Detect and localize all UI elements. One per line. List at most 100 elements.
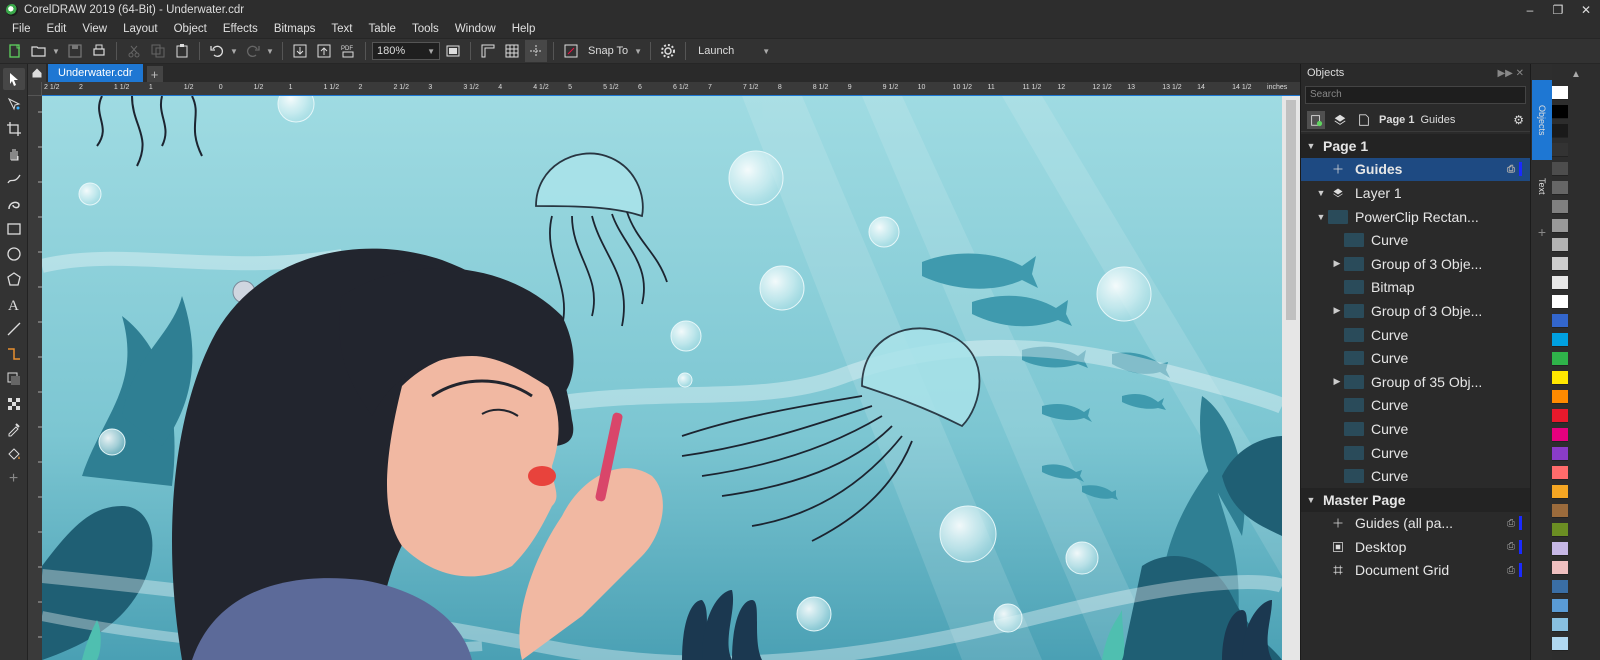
- text-tool-icon[interactable]: A: [3, 293, 25, 315]
- color-swatch[interactable]: [1552, 124, 1568, 138]
- color-swatch[interactable]: [1552, 618, 1568, 632]
- menu-text[interactable]: Text: [323, 23, 360, 35]
- objects-tab-page-1[interactable]: Page 1: [1379, 114, 1414, 126]
- object-tree-row[interactable]: ▼ PowerClip Rectan...: [1301, 205, 1530, 229]
- expand-toggle-icon[interactable]: ▼: [1305, 495, 1317, 505]
- objects-search-input[interactable]: Search: [1305, 86, 1526, 104]
- objects-tab-guides[interactable]: Guides: [1420, 114, 1455, 126]
- docker-options-gear-icon[interactable]: ⚙: [1513, 113, 1524, 127]
- object-tree-row[interactable]: ▼ Master Page: [1301, 487, 1530, 512]
- object-tree-row[interactable]: Curve: [1301, 323, 1530, 347]
- color-swatch[interactable]: [1552, 200, 1568, 214]
- pick-tool-icon[interactable]: [2, 68, 25, 90]
- horizontal-ruler[interactable]: 2 1/2 2 1 1/2 1 1/2 0 1/2 1 1 1/2 2 2 1/2 3 3 1/2 4 4 …: [42, 82, 1300, 96]
- object-tree-row[interactable]: Desktop ⎙: [1301, 535, 1530, 559]
- color-swatch[interactable]: [1552, 219, 1568, 233]
- color-swatch[interactable]: [1552, 238, 1568, 252]
- copy-icon[interactable]: [147, 40, 169, 62]
- expand-toggle-icon[interactable]: ▶: [1331, 305, 1343, 316]
- parallel-dimension-tool-icon[interactable]: [3, 318, 25, 340]
- color-swatch[interactable]: [1552, 542, 1568, 556]
- object-tree-row[interactable]: Curve: [1301, 228, 1530, 252]
- color-swatch[interactable]: [1552, 162, 1568, 176]
- redo-dropdown-icon[interactable]: ▼: [266, 47, 276, 56]
- scrollbar-thumb[interactable]: [1286, 100, 1296, 320]
- save-icon[interactable]: [64, 40, 86, 62]
- print-icon[interactable]: [88, 40, 110, 62]
- crop-tool-icon[interactable]: [3, 118, 25, 140]
- import-icon[interactable]: [289, 40, 311, 62]
- menu-edit[interactable]: Edit: [39, 23, 75, 35]
- open-dropdown-icon[interactable]: ▼: [52, 47, 62, 56]
- document-tab-underwater[interactable]: Underwater.cdr: [48, 64, 143, 82]
- object-tree-row[interactable]: Guides ⎙: [1301, 157, 1530, 182]
- snap-to-dropdown-icon[interactable]: ▼: [634, 47, 644, 56]
- color-swatch[interactable]: [1552, 580, 1568, 594]
- layers-icon[interactable]: [1331, 111, 1349, 129]
- color-swatch[interactable]: [1552, 295, 1568, 309]
- color-swatch[interactable]: [1552, 333, 1568, 347]
- object-tree-row[interactable]: Curve: [1301, 394, 1530, 418]
- object-tree-row[interactable]: Curve: [1301, 417, 1530, 441]
- object-tree-row[interactable]: ▶ Group of 3 Obje...: [1301, 299, 1530, 323]
- print-icon[interactable]: ⎙: [1507, 541, 1515, 552]
- ellipse-tool-icon[interactable]: [3, 243, 25, 265]
- menu-window[interactable]: Window: [447, 23, 504, 35]
- open-folder-icon[interactable]: [28, 40, 50, 62]
- undo-icon[interactable]: [206, 40, 228, 62]
- add-tool-icon[interactable]: +: [3, 468, 25, 490]
- docker-collapse-icon[interactable]: ▶▶ ✕: [1497, 68, 1524, 79]
- color-swatch[interactable]: [1552, 466, 1568, 480]
- expand-toggle-icon[interactable]: ▼: [1315, 188, 1327, 198]
- paste-icon[interactable]: [171, 40, 193, 62]
- object-tree-row[interactable]: ▶ Group of 35 Obj...: [1301, 370, 1530, 394]
- color-swatch[interactable]: [1552, 352, 1568, 366]
- options-gear-icon[interactable]: [657, 40, 679, 62]
- menu-tools[interactable]: Tools: [404, 23, 447, 35]
- expand-toggle-icon[interactable]: ▶: [1331, 376, 1343, 387]
- color-swatch[interactable]: [1552, 428, 1568, 442]
- menu-table[interactable]: Table: [360, 23, 404, 35]
- publish-pdf-icon[interactable]: PDF: [337, 40, 359, 62]
- ruler-origin[interactable]: [28, 82, 42, 96]
- freehand-tool-icon[interactable]: [3, 168, 25, 190]
- eyedropper-tool-icon[interactable]: [3, 418, 25, 440]
- shape-tool-icon[interactable]: [3, 93, 25, 115]
- home-icon[interactable]: [28, 64, 46, 82]
- pan-hand-tool-icon[interactable]: [3, 143, 25, 165]
- expand-toggle-icon[interactable]: ▼: [1305, 141, 1317, 151]
- restore-button[interactable]: ❐: [1544, 0, 1572, 20]
- expand-toggle-icon[interactable]: ▼: [1315, 212, 1327, 222]
- print-icon[interactable]: ⎙: [1507, 565, 1515, 576]
- expand-toggle-icon[interactable]: ▶: [1331, 258, 1343, 269]
- vertical-ruler[interactable]: [28, 82, 42, 660]
- color-swatch[interactable]: [1552, 504, 1568, 518]
- page-objects-icon[interactable]: [1307, 110, 1325, 129]
- menu-object[interactable]: Object: [166, 23, 215, 35]
- color-swatch[interactable]: [1552, 637, 1568, 651]
- show-guidelines-icon[interactable]: [525, 40, 547, 62]
- export-icon[interactable]: [313, 40, 335, 62]
- launch-dropdown-icon[interactable]: ▼: [762, 47, 772, 56]
- color-swatch[interactable]: [1552, 409, 1568, 423]
- menu-file[interactable]: File: [4, 23, 39, 35]
- menu-view[interactable]: View: [74, 23, 115, 35]
- interactive-fill-tool-icon[interactable]: [3, 443, 25, 465]
- object-tree-row[interactable]: Document Grid ⎙: [1301, 559, 1530, 583]
- color-swatch[interactable]: [1552, 390, 1568, 404]
- rectangle-tool-icon[interactable]: [3, 218, 25, 240]
- launch-label[interactable]: Launch: [692, 45, 738, 57]
- snap-to-icon[interactable]: [560, 40, 582, 62]
- object-tree-row[interactable]: ▼ Page 1: [1301, 134, 1530, 158]
- menu-help[interactable]: Help: [504, 23, 544, 35]
- new-document-icon[interactable]: [4, 40, 26, 62]
- color-swatch[interactable]: [1552, 314, 1568, 328]
- color-swatch[interactable]: [1552, 181, 1568, 195]
- object-tree-row[interactable]: Bitmap: [1301, 276, 1530, 300]
- object-tree-row[interactable]: Curve: [1301, 346, 1530, 370]
- close-button[interactable]: ✕: [1572, 0, 1600, 20]
- side-tab-text[interactable]: Text: [1532, 164, 1552, 208]
- polygon-tool-icon[interactable]: [3, 268, 25, 290]
- object-tree-row[interactable]: Curve: [1301, 464, 1530, 488]
- undo-dropdown-icon[interactable]: ▼: [230, 47, 240, 56]
